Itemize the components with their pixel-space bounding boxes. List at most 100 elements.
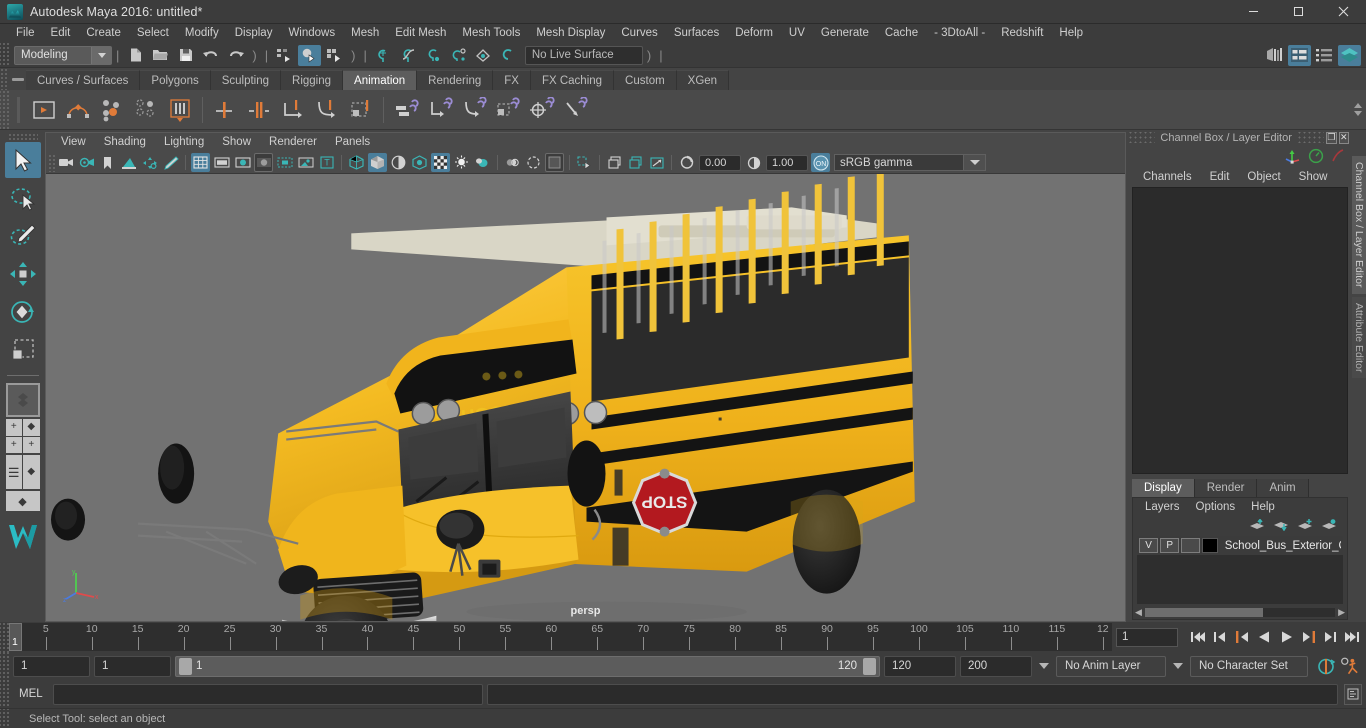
select-by-hierarchy-icon[interactable]	[273, 45, 296, 66]
shelf-tab-fx[interactable]: FX	[493, 70, 531, 90]
shelf-tab-polygons[interactable]: Polygons	[140, 70, 211, 90]
animation-start-field[interactable]: 1	[13, 655, 90, 677]
shelf-icon-grip[interactable]	[0, 89, 9, 130]
screen-space-ao-icon[interactable]	[473, 153, 492, 172]
panel-grip[interactable]	[1128, 132, 1156, 143]
new-layer-icon[interactable]	[1297, 519, 1313, 531]
menu-deform[interactable]: Deform	[727, 24, 781, 43]
dock-tab-attribute-editor[interactable]: Attribute Editor	[1352, 296, 1366, 378]
command-input[interactable]	[52, 683, 483, 705]
shelf-tab-rendering[interactable]: Rendering	[417, 70, 494, 90]
move-tool[interactable]	[5, 256, 41, 292]
shelf-icon-handle[interactable]	[9, 90, 27, 130]
menu-mesh-display[interactable]: Mesh Display	[528, 24, 613, 43]
menu-mesh-tools[interactable]: Mesh Tools	[454, 24, 528, 43]
current-frame-field[interactable]: 1	[1116, 627, 1178, 647]
dock-tab-channel-box[interactable]: Channel Box / Layer Editor	[1352, 156, 1366, 294]
layer-tab-display[interactable]: Display	[1132, 479, 1195, 497]
tool-settings-icon[interactable]	[1338, 44, 1361, 66]
set-translate-key-icon[interactable]	[208, 93, 242, 127]
lasso-select-tool[interactable]	[5, 180, 41, 216]
range-bar[interactable]: 1 120	[175, 655, 880, 677]
viewport-menu-show[interactable]: Show	[213, 133, 260, 152]
exposure-value-field[interactable]: 0.00	[699, 154, 741, 171]
save-scene-icon[interactable]	[174, 45, 197, 66]
select-tool[interactable]	[4, 142, 41, 178]
scroll-thumb[interactable]	[1144, 608, 1263, 617]
menu-modify[interactable]: Modify	[177, 24, 227, 43]
channel-box-icon[interactable]	[1288, 44, 1311, 66]
step-forward-key-icon[interactable]	[1298, 626, 1318, 648]
camera-attributes-icon[interactable]	[77, 153, 96, 172]
layer-type-toggle[interactable]	[1181, 538, 1201, 553]
set-scale-key-icon[interactable]	[276, 93, 310, 127]
outliner-persp-layout[interactable]: ☰ ◆	[5, 455, 40, 489]
textured-icon[interactable]	[410, 153, 429, 172]
step-back-key-icon[interactable]	[1232, 626, 1252, 648]
menu-generate[interactable]: Generate	[813, 24, 877, 43]
viewport-menu-renderer[interactable]: Renderer	[260, 133, 326, 152]
film-gate-icon[interactable]	[212, 153, 231, 172]
gate-mask-icon[interactable]	[254, 153, 273, 172]
make-live-icon[interactable]	[497, 45, 520, 66]
time-slider-grip[interactable]	[0, 622, 9, 652]
rotate-tool[interactable]	[5, 294, 41, 330]
step-back-frame-icon[interactable]	[1210, 626, 1230, 648]
move-layer-up-icon[interactable]	[1249, 519, 1265, 531]
ik-fk-key-icon[interactable]	[310, 93, 344, 127]
playback-options-chevron-icon[interactable]	[1036, 656, 1052, 677]
viewport-menu-shading[interactable]: Shading	[95, 133, 155, 152]
select-camera-icon[interactable]	[56, 153, 75, 172]
channel-menu-edit[interactable]: Edit	[1201, 167, 1239, 187]
toolbox-grip[interactable]	[7, 133, 38, 141]
command-language-label[interactable]: MEL	[13, 688, 49, 700]
smooth-preview-icon[interactable]	[647, 153, 666, 172]
menu-help[interactable]: Help	[1051, 24, 1091, 43]
scroll-right-icon[interactable]: ▶	[1338, 608, 1345, 617]
attribute-editor-icon[interactable]	[1313, 45, 1336, 66]
menu-create[interactable]: Create	[78, 24, 129, 43]
live-surface-field[interactable]: No Live Surface	[524, 45, 643, 65]
menu-cache[interactable]: Cache	[877, 24, 926, 43]
menu-mesh[interactable]: Mesh	[343, 24, 387, 43]
shaded-wireframe-icon[interactable]	[389, 153, 408, 172]
animation-preferences-icon[interactable]	[1340, 655, 1360, 677]
menu-select[interactable]: Select	[129, 24, 177, 43]
layer-menu-options[interactable]: Options	[1188, 498, 1244, 516]
snap-to-projected-center-icon[interactable]	[447, 45, 470, 66]
go-to-start-icon[interactable]	[1188, 626, 1208, 648]
layer-list[interactable]: V P School_Bus_Exterior_C	[1137, 536, 1343, 604]
multisample-icon[interactable]	[524, 153, 543, 172]
film-origin-icon[interactable]	[275, 153, 294, 172]
xray-active-components-icon[interactable]	[605, 153, 624, 172]
grease-pencil-icon[interactable]	[161, 153, 180, 172]
menu-set-selector[interactable]: Modeling	[14, 45, 112, 65]
select-by-object-icon[interactable]	[298, 44, 322, 66]
pole-vector-constraint-icon[interactable]	[559, 93, 593, 127]
menu-windows[interactable]: Windows	[280, 24, 343, 43]
channel-menu-object[interactable]: Object	[1238, 167, 1289, 187]
color-management-dropdown-icon[interactable]	[964, 154, 986, 171]
smooth-shade-icon[interactable]	[368, 153, 387, 172]
character-set-selector[interactable]: No Character Set	[1190, 655, 1308, 677]
scale-constraint-icon[interactable]	[491, 93, 525, 127]
shelf-tab-sculpting[interactable]: Sculpting	[210, 70, 282, 90]
shelf-tab-animation[interactable]: Animation	[343, 70, 418, 90]
undo-icon[interactable]	[199, 45, 222, 66]
four-view-layout[interactable]: + ◆ + +	[5, 419, 40, 453]
orient-constraint-icon[interactable]	[457, 93, 491, 127]
close-panel-button[interactable]: ✕	[1338, 131, 1349, 144]
shelf-tab-custom[interactable]: Custom	[614, 70, 677, 90]
play-forwards-icon[interactable]	[1276, 626, 1296, 648]
show-hide-editors-icon[interactable]	[1263, 45, 1286, 66]
menu-edit[interactable]: Edit	[43, 24, 79, 43]
color-management-field[interactable]: sRGB gamma	[834, 154, 964, 171]
hardware-texturing-icon[interactable]	[626, 153, 645, 172]
two-d-pan-zoom-icon[interactable]	[140, 153, 159, 172]
menu-file[interactable]: File	[8, 24, 43, 43]
viewport-toolbar-grip[interactable]	[48, 153, 55, 172]
animation-end-field[interactable]: 200	[960, 655, 1032, 677]
view-transform-enabled-icon[interactable]: ON	[811, 153, 830, 172]
layer-list-hscrollbar[interactable]: ◀ ▶	[1133, 606, 1347, 619]
gamma-value-field[interactable]: 1.00	[766, 154, 808, 171]
